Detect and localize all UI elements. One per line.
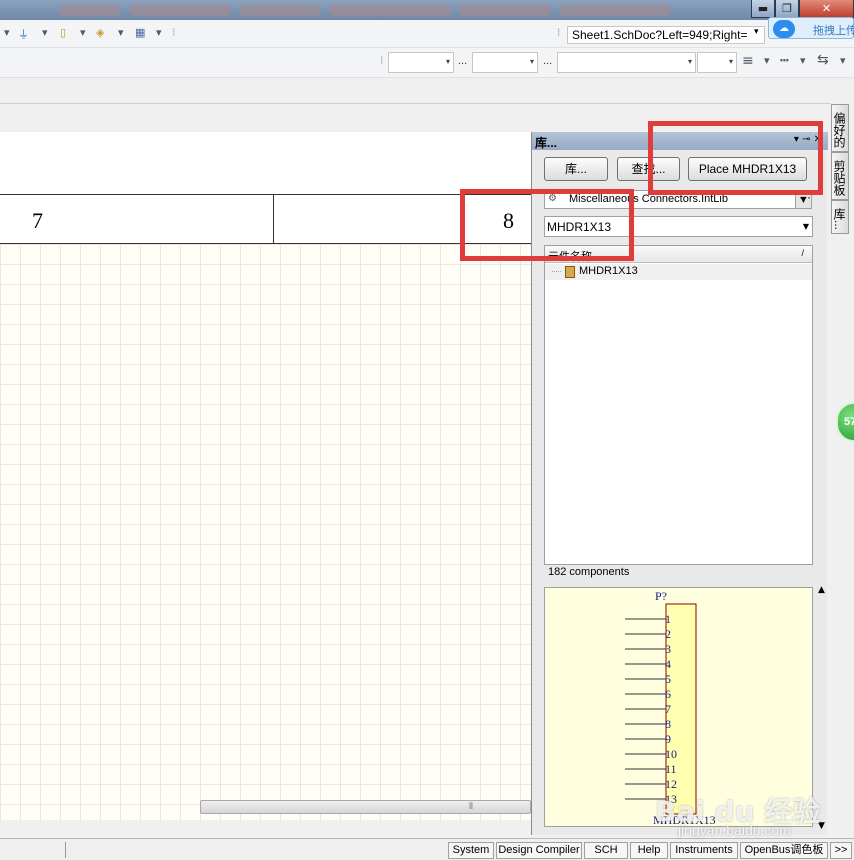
status-tab-sch[interactable]: SCH <box>584 842 628 859</box>
zone-label: 7 <box>32 208 43 233</box>
chevron-down-icon[interactable]: ▾ <box>764 54 770 67</box>
annotation-highlight <box>648 121 823 195</box>
sheet-entry-icon[interactable]: ◈ <box>96 26 104 39</box>
width-combo[interactable]: ▾ <box>697 52 737 73</box>
swap-icon[interactable]: ⇆ <box>817 52 829 68</box>
close-button[interactable]: ✕ <box>799 0 854 18</box>
watermark-url: jingyan.baidu.com <box>678 822 791 838</box>
pin-group: 12345678910111213 <box>625 612 677 806</box>
chevron-down-icon[interactable]: ▾ <box>800 54 806 67</box>
chevron-down-icon: ▾ <box>529 57 534 66</box>
horizontal-scrollbar[interactable]: ⦀ <box>200 800 531 814</box>
toolbar-separator: ⁞ <box>380 54 384 67</box>
pin-number: 11 <box>665 762 677 776</box>
chevron-down-icon: ▼ <box>802 222 809 231</box>
pin-number: 9 <box>665 732 671 746</box>
dock-tab-clipboard[interactable]: 剪贴板 <box>831 152 849 200</box>
chevron-down-icon: ▾ <box>445 57 450 66</box>
dock-tab-libraries[interactable]: 库... <box>831 200 849 234</box>
status-tab-system[interactable]: System <box>448 842 494 859</box>
chevron-up-icon[interactable]: ▲ <box>818 585 825 595</box>
component-list[interactable]: 元件名称 / ····· MHDR1X13 <box>544 245 813 565</box>
status-divider <box>65 842 66 858</box>
toolbar-separator: ⁞ <box>557 26 561 39</box>
annotation-highlight <box>460 189 634 261</box>
line-style-icon[interactable]: ≡ <box>742 53 754 69</box>
pin-number: 12 <box>665 777 677 791</box>
status-tab-instruments[interactable]: Instruments <box>670 842 738 859</box>
chevron-down-icon[interactable]: ▾ <box>118 26 124 39</box>
status-bar: System Design Compiler SCH Help Instrume… <box>0 838 854 860</box>
dash-style-icon[interactable]: ┅ <box>780 53 788 69</box>
port-icon[interactable]: ▯ <box>60 26 66 39</box>
chevron-down-icon[interactable]: ▾ <box>754 27 759 37</box>
style-combo[interactable]: ▾ <box>557 52 696 73</box>
pin-number: 6 <box>665 687 671 701</box>
chevron-down-icon[interactable]: ▾ <box>4 26 10 39</box>
pin-number: 4 <box>665 657 671 671</box>
font-combo[interactable]: ▾ <box>388 52 454 73</box>
speed-badge[interactable]: 57 <box>836 402 854 442</box>
zone-divider <box>273 195 274 244</box>
chevron-down-icon: ▾ <box>687 57 692 66</box>
maximize-button[interactable]: ❐ <box>775 0 799 18</box>
list-item[interactable]: ····· MHDR1X13 <box>545 264 812 280</box>
schematic-sheet[interactable]: 7 8 <box>0 132 531 820</box>
component-icon <box>565 266 575 278</box>
libraries-button[interactable]: 库... <box>544 157 608 181</box>
grid-icon[interactable]: ▦ <box>135 26 145 39</box>
blurred-tab <box>330 4 450 16</box>
dock-tab-favorites[interactable]: 偏好的 <box>831 104 849 152</box>
blurred-tab <box>560 4 670 16</box>
chevron-down-icon[interactable]: ▾ <box>80 26 86 39</box>
blurred-tab <box>60 4 120 16</box>
window-title-bar <box>0 0 854 20</box>
pin-number: 5 <box>665 672 671 686</box>
status-tab-help[interactable]: Help <box>630 842 668 859</box>
pin-number: 3 <box>665 642 671 656</box>
blurred-tab <box>240 4 320 16</box>
chevron-down-icon[interactable]: ▾ <box>840 54 846 67</box>
blurred-tab <box>460 4 550 16</box>
size-combo[interactable]: ▾ <box>472 52 538 73</box>
more-button[interactable]: ... <box>458 55 467 67</box>
pin-number: 7 <box>665 702 671 716</box>
status-tab-design-compiler[interactable]: Design Compiler <box>496 842 582 859</box>
ground-icon[interactable]: ⏚ <box>18 26 29 42</box>
minimize-button[interactable]: ▬ <box>751 0 775 18</box>
pin-number: 2 <box>665 627 671 641</box>
more-button[interactable]: ... <box>543 55 552 67</box>
pin-number: 10 <box>665 747 677 761</box>
toolbar-format: ⁞ ▾ ... ▾ ... ▾ ▾ ≡ ▾ ┅ ▾ ⇆ ▾ <box>0 48 854 78</box>
component-count: 182 components <box>548 566 630 578</box>
scroll-grip-icon: ⦀ <box>469 801 473 811</box>
toolbar-separator: ⁞ <box>172 26 176 39</box>
blurred-tab <box>130 4 230 16</box>
chevron-down-icon[interactable]: ▾ <box>156 26 162 39</box>
component-name: MHDR1X13 <box>579 265 638 277</box>
baidu-upload-widget[interactable]: ☁ 拖拽上传 <box>768 17 854 39</box>
chevron-down-icon[interactable]: ▾ <box>42 26 48 39</box>
tree-line: ····· <box>551 266 562 276</box>
pin-number: 8 <box>665 717 671 731</box>
document-path-field[interactable]: Sheet1.SchDoc?Left=949;Right= <box>567 26 765 44</box>
status-tab-openbus[interactable]: OpenBus调色板 <box>740 842 828 859</box>
chevron-down-icon: ▾ <box>728 57 733 66</box>
toolbar-wiring: ▾ ⏚ ▾ ▯ ▾ ◈ ▾ ▦ ▾ ⁞ ⁞ Sheet1.SchDoc?Left… <box>0 20 854 48</box>
document-tab-strip <box>0 78 831 104</box>
sort-indicator: / <box>801 248 804 258</box>
sheet-border-top <box>0 132 531 195</box>
pin-number: 1 <box>665 612 671 626</box>
cloud-icon: ☁ <box>773 20 795 38</box>
sheet-zone-row: 7 8 <box>0 195 531 244</box>
panel-title: 库... <box>535 136 558 150</box>
designator-label: P? <box>655 589 667 603</box>
status-overflow-button[interactable]: >> <box>830 842 852 859</box>
baidu-upload-label: 拖拽上传 <box>813 25 854 37</box>
